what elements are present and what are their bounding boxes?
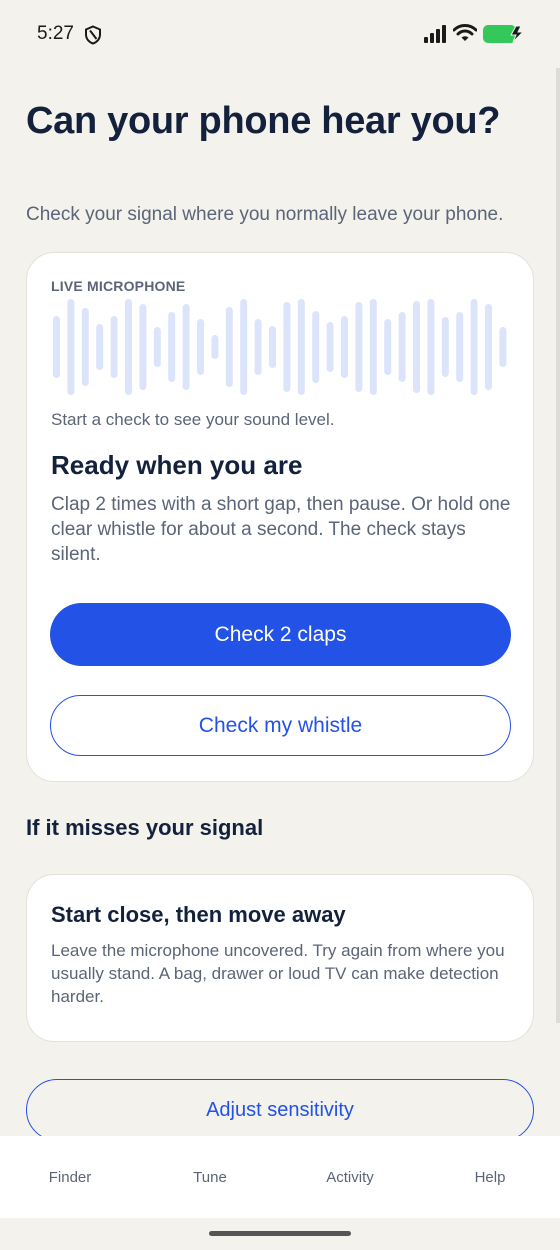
nav-item-activity[interactable]: Activity bbox=[280, 1136, 420, 1218]
waveform-bar bbox=[355, 302, 363, 392]
waveform-bar bbox=[254, 319, 262, 375]
waveform-bar bbox=[456, 312, 464, 382]
tip-title: Start close, then move away bbox=[51, 902, 346, 927]
waveform-bar bbox=[81, 308, 89, 386]
sound-waveform bbox=[53, 299, 507, 395]
waveform-bar bbox=[125, 299, 132, 395]
check-whistle-button[interactable]: Check my whistle bbox=[50, 695, 511, 756]
waveform-bar bbox=[168, 312, 176, 382]
scrollbar[interactable] bbox=[556, 68, 560, 1023]
waveform-bar bbox=[283, 302, 291, 392]
waveform-bar bbox=[297, 299, 305, 395]
waveform-bar bbox=[470, 299, 478, 395]
section-heading: If it misses your signal bbox=[26, 815, 264, 840]
cellular-signal-icon bbox=[424, 25, 446, 43]
waveform-bar bbox=[139, 304, 147, 390]
waveform-bar bbox=[96, 324, 104, 370]
waveform-bar bbox=[197, 319, 204, 375]
status-bar: 5:27 bbox=[0, 0, 560, 68]
waveform-bar bbox=[110, 316, 118, 378]
nav-item-tune[interactable]: Tune bbox=[140, 1136, 280, 1218]
waveform-bar bbox=[211, 335, 219, 359]
shield-icon bbox=[85, 25, 101, 45]
sound-level-hint: Start a check to see your sound level. bbox=[51, 410, 335, 429]
live-microphone-label: LIVE MICROPHONE bbox=[51, 278, 186, 294]
waveform-bar bbox=[326, 322, 334, 372]
waveform-bar bbox=[341, 316, 348, 378]
battery-charging-icon bbox=[483, 25, 525, 43]
ready-title: Ready when you are bbox=[51, 450, 303, 480]
waveform-bar bbox=[67, 299, 75, 395]
waveform-bar bbox=[441, 317, 449, 377]
waveform-bar bbox=[312, 311, 320, 383]
waveform-bar bbox=[398, 312, 406, 382]
waveform-bar bbox=[269, 326, 276, 368]
waveform-bar bbox=[53, 316, 60, 378]
waveform-bar bbox=[427, 299, 435, 395]
waveform-bar bbox=[153, 327, 161, 367]
waveform-bar bbox=[485, 304, 492, 390]
wifi-icon bbox=[453, 24, 477, 41]
waveform-bar bbox=[240, 299, 248, 395]
waveform-bar bbox=[384, 319, 392, 375]
check-claps-button[interactable]: Check 2 claps bbox=[50, 603, 511, 666]
waveform-bar bbox=[182, 304, 190, 390]
home-indicator[interactable] bbox=[209, 1231, 351, 1236]
page-subtitle: Check your signal where you normally lea… bbox=[26, 204, 504, 225]
ready-instructions: Clap 2 times with a short gap, then paus… bbox=[51, 494, 511, 565]
nav-item-help[interactable]: Help bbox=[420, 1136, 560, 1218]
status-time: 5:27 bbox=[37, 23, 74, 44]
waveform-bar bbox=[225, 307, 233, 387]
page-title: Can your phone hear you? bbox=[26, 100, 501, 142]
waveform-bar bbox=[413, 301, 420, 393]
microphone-check-card: LIVE MICROPHONE Start a check to see you… bbox=[26, 252, 534, 782]
bottom-nav: Finder Tune Activity Help bbox=[0, 1136, 560, 1218]
waveform-bar bbox=[369, 299, 377, 395]
adjust-sensitivity-button[interactable]: Adjust sensitivity bbox=[26, 1079, 534, 1141]
tip-card: Start close, then move away Leave the mi… bbox=[26, 874, 534, 1042]
waveform-bar bbox=[499, 327, 507, 367]
nav-item-finder[interactable]: Finder bbox=[0, 1136, 140, 1218]
tip-body: Leave the microphone uncovered. Try agai… bbox=[51, 941, 505, 1006]
